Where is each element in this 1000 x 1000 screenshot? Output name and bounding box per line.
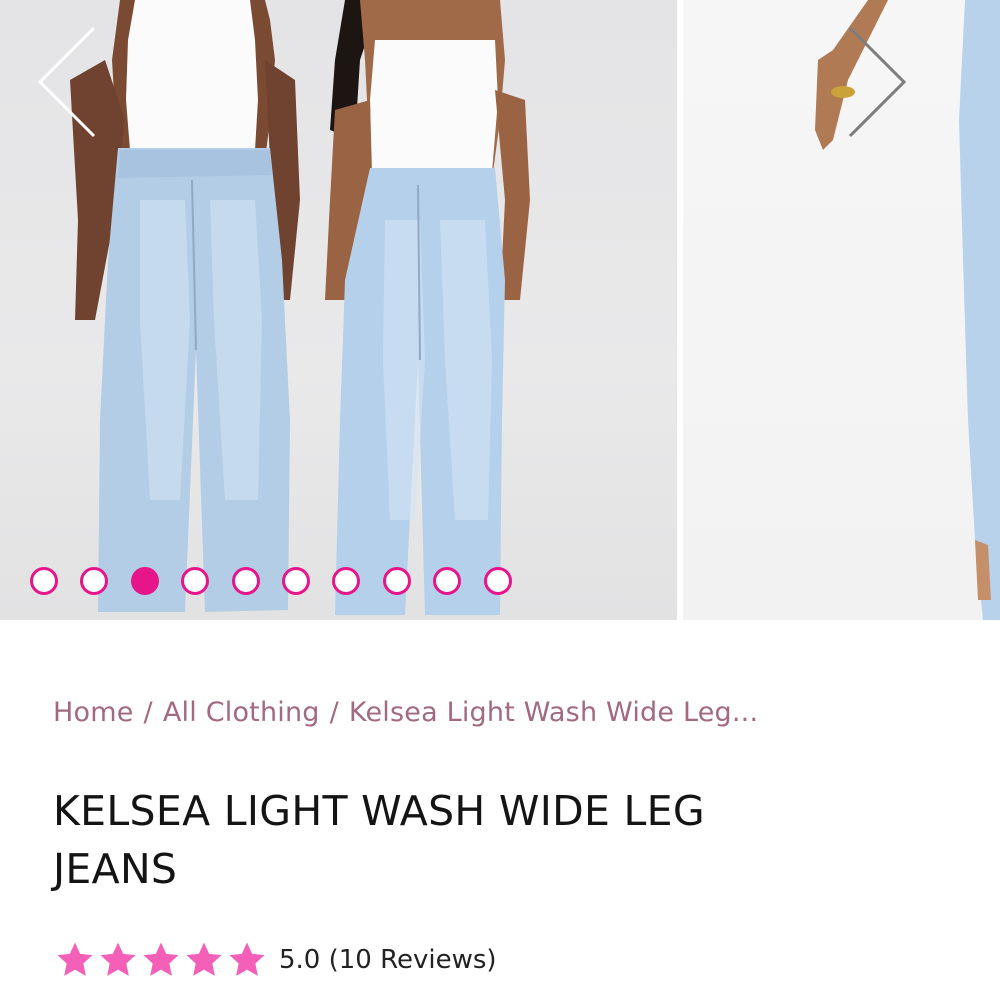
star-icon bbox=[186, 942, 222, 976]
gallery-next-button[interactable] bbox=[840, 20, 910, 140]
chevron-left-icon bbox=[37, 26, 96, 138]
pagination-dot[interactable] bbox=[281, 567, 310, 595]
right-model bbox=[325, 0, 530, 615]
star-icon bbox=[229, 942, 265, 976]
star-icon bbox=[100, 942, 136, 976]
breadcrumb: Home / All Clothing / Kelsea Light Wash Wide… bbox=[53, 697, 758, 728]
pagination-dot[interactable] bbox=[382, 567, 411, 595]
gallery-prev-button[interactable] bbox=[30, 20, 100, 140]
breadcrumb-separator: / bbox=[329, 697, 339, 728]
star-icon bbox=[57, 942, 93, 976]
product-title-line2: JEANS bbox=[53, 845, 178, 893]
product-image-gallery[interactable] bbox=[0, 0, 1000, 620]
product-title-line1: KELSEA LIGHT WASH WIDE LEG bbox=[53, 787, 705, 835]
chevron-right-icon bbox=[848, 26, 907, 138]
breadcrumb-current-link[interactable]: Kelsea Light Wash Wide Leg... bbox=[349, 697, 758, 728]
pagination-dot[interactable] bbox=[80, 567, 109, 595]
breadcrumb-home-link[interactable]: Home bbox=[53, 697, 134, 728]
pagination-dot[interactable] bbox=[231, 567, 260, 595]
model-photo-illustration bbox=[70, 0, 530, 615]
breadcrumb-category-link[interactable]: All Clothing bbox=[163, 697, 320, 728]
left-model bbox=[70, 0, 300, 612]
rating-summary[interactable]: 5.0 (10 Reviews) bbox=[279, 945, 497, 975]
pagination-dot[interactable] bbox=[433, 567, 462, 595]
pagination-dot-active[interactable] bbox=[130, 567, 159, 595]
pagination-dot[interactable] bbox=[483, 567, 512, 595]
rating-stars bbox=[55, 940, 267, 980]
product-rating[interactable]: 5.0 (10 Reviews) bbox=[55, 940, 497, 980]
rating-value: 5.0 bbox=[279, 945, 321, 975]
pagination-dot[interactable] bbox=[332, 567, 361, 595]
pagination-dot[interactable] bbox=[30, 567, 58, 595]
breadcrumb-separator: / bbox=[143, 697, 153, 728]
product-title: KELSEA LIGHT WASH WIDE LEG JEANS bbox=[53, 782, 953, 898]
gallery-pagination bbox=[30, 567, 534, 595]
pagination-dot[interactable] bbox=[181, 567, 210, 595]
review-count: (10 Reviews) bbox=[328, 945, 497, 975]
star-icon bbox=[143, 942, 179, 976]
product-photo-main[interactable] bbox=[0, 0, 677, 620]
